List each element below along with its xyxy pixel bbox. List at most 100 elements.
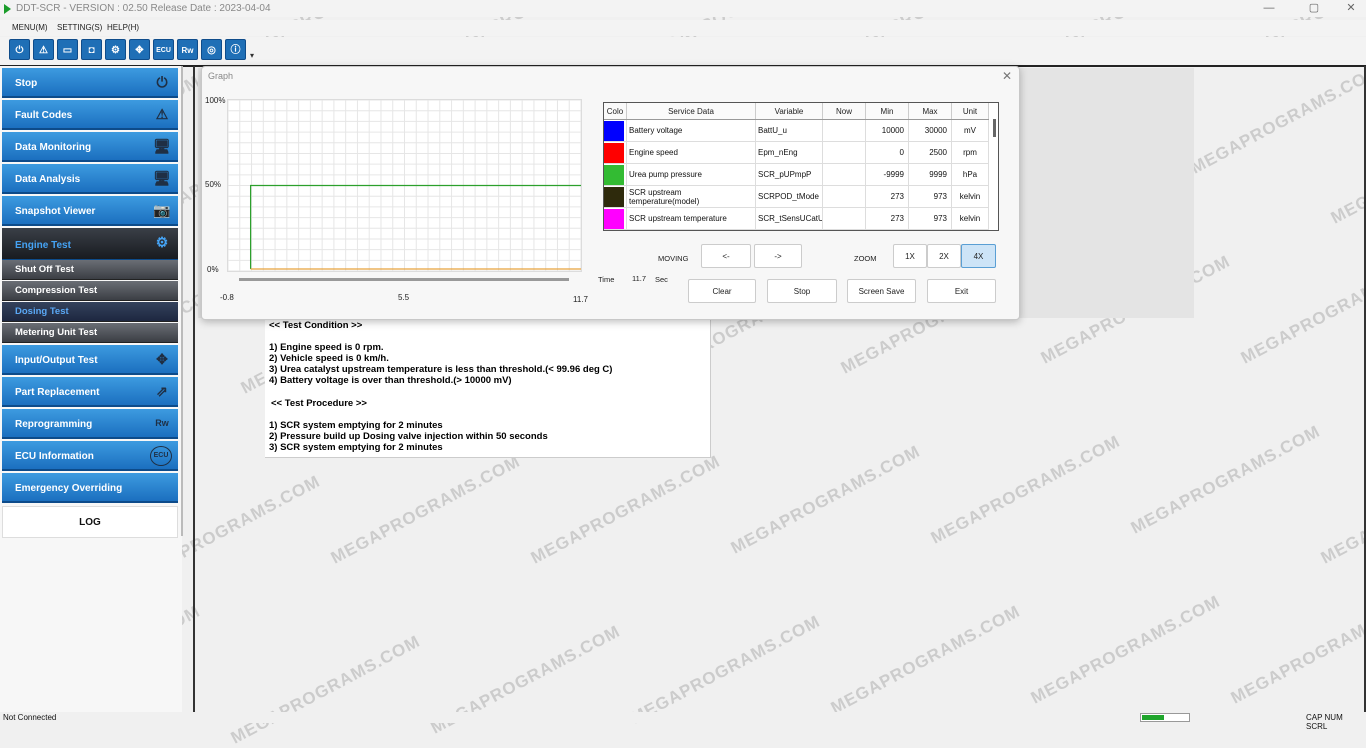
test-procedure-header: << Test Procedure >> <box>271 398 367 409</box>
graph-scrollbar[interactable] <box>239 278 569 281</box>
table-row[interactable]: SCR upstream temperature(model) SCRPOD_tM… <box>604 185 989 208</box>
sidebar-item-data-monitoring[interactable]: Data Monitoring 🖥 <box>2 132 178 162</box>
table-row[interactable]: Battery voltage BattU_u 10000 30000 mV <box>604 119 989 142</box>
sidebar-item-ecu-information[interactable]: ECU Information ECU <box>2 441 178 471</box>
move-icon: ✥ <box>156 351 168 367</box>
sidebar-scrollbar[interactable] <box>181 66 183 536</box>
zoom-2x-button[interactable]: 2X <box>927 244 961 268</box>
status-bar: Not Connected CAP NUM SCRL <box>0 712 1366 731</box>
toolbar: ⏻ ⚠ ▭ ◘ ⚙ ✥ ECU Rw ◎ ⓘ ▾ <box>0 37 1366 67</box>
table-header-row: Colo Service Data Variable Now Min Max U… <box>604 103 989 120</box>
col-header-min: Min <box>865 103 909 120</box>
sidebar-item-stop[interactable]: Stop ⏻ <box>2 68 178 98</box>
info-icon[interactable]: ⓘ <box>225 39 246 60</box>
condition-line: 4) Battery voltage is over than threshol… <box>269 375 512 386</box>
minimize-button[interactable]: — <box>1254 0 1284 17</box>
condition-line: 3) Urea catalyst upstream temperature is… <box>269 364 613 375</box>
sidebar-item-input-output-test[interactable]: Input/Output Test ✥ <box>2 345 178 375</box>
sidebar-item-reprogramming[interactable]: Reprogramming Rw <box>2 409 178 439</box>
menu-help[interactable]: HELP(H) <box>107 23 139 32</box>
ecu-info-icon[interactable]: ◎ <box>201 39 222 60</box>
move-right-button[interactable]: -> <box>754 244 802 268</box>
move-icon[interactable]: ✥ <box>129 39 150 60</box>
min-cell: 10000 <box>865 119 909 142</box>
camera-icon[interactable]: ◘ <box>81 39 102 60</box>
max-cell: 973 <box>908 185 952 208</box>
unit-cell: mV <box>951 119 989 142</box>
sidebar-item-emergency-overriding[interactable]: Emergency Overriding <box>2 473 178 503</box>
exit-button[interactable]: Exit <box>927 279 996 303</box>
variable-cell: BattU_u <box>755 119 823 142</box>
sidebar-item-engine-test[interactable]: Engine Test ⚙ <box>2 228 178 261</box>
close-window-button[interactable]: ✕ <box>1336 0 1366 17</box>
menu-setting[interactable]: SETTING(S) <box>57 23 102 32</box>
col-header-variable: Variable <box>755 103 823 120</box>
sidebar-item-part-replacement[interactable]: Part Replacement ⇗ <box>2 377 178 407</box>
col-header-color: Colo <box>604 103 627 120</box>
progress-bar <box>1140 713 1190 722</box>
min-cell: 273 <box>865 207 909 230</box>
sidebar-item-label: Data Monitoring <box>15 142 92 153</box>
now-cell <box>822 207 866 230</box>
graph-plot-area[interactable] <box>227 99 582 272</box>
sidebar-subitem-label: Shut Off Test <box>15 264 74 275</box>
toolbar-overflow-icon[interactable]: ▾ <box>250 51 254 60</box>
zoom-1x-button[interactable]: 1X <box>893 244 927 268</box>
table-row[interactable]: Engine speed Epm_nEng 0 2500 rpm <box>604 141 989 164</box>
monitor-icon[interactable]: ▭ <box>57 39 78 60</box>
color-swatch <box>604 185 627 208</box>
warning-icon: ⚠ <box>155 106 169 122</box>
maximize-button[interactable]: ▢ <box>1299 0 1329 17</box>
color-swatch <box>604 119 627 142</box>
sidebar-item-snapshot-viewer[interactable]: Snapshot Viewer 📷 <box>2 196 178 226</box>
sidebar-subitem-dosing-test[interactable]: Dosing Test <box>2 302 178 322</box>
test-condition-header: << Test Condition >> <box>269 320 363 331</box>
sidebar-item-data-analysis[interactable]: Data Analysis 🖥 <box>2 164 178 194</box>
move-left-button[interactable]: <- <box>701 244 751 268</box>
graph-svg <box>227 99 582 272</box>
log-button[interactable]: LOG <box>2 506 178 538</box>
sidebar-item-label: Part Replacement <box>15 387 100 398</box>
service-data-cell: Engine speed <box>626 141 756 164</box>
screen-save-button[interactable]: Screen Save <box>847 279 916 303</box>
sidebar-subitem-metering-unit-test[interactable]: Metering Unit Test <box>2 323 178 343</box>
service-data-cell: SCR upstream temperature(model) <box>626 185 756 208</box>
zoom-label: ZOOM <box>854 254 877 263</box>
power-icon[interactable]: ⏻ <box>9 39 30 60</box>
panel-divider <box>193 66 195 714</box>
moving-label: MOVING <box>658 254 689 263</box>
window-title: DDT-SCR - VERSION : 02.50 Release Date :… <box>16 3 271 14</box>
warning-icon[interactable]: ⚠ <box>33 39 54 60</box>
condition-line: 1) Engine speed is 0 rpm. <box>269 342 384 353</box>
procedure-line: 1) SCR system emptying for 2 minutes <box>269 420 443 431</box>
clear-button[interactable]: Clear <box>688 279 756 303</box>
sidebar-subitem-compression-test[interactable]: Compression Test <box>2 281 178 301</box>
close-icon[interactable]: ✕ <box>1002 69 1012 83</box>
watermark-text: MEGAPROGRAMS.COM <box>1227 591 1366 708</box>
watermark-text: MEGAPROGRAMS.COM <box>327 451 524 568</box>
zoom-4x-button[interactable]: 4X <box>961 244 996 268</box>
table-row[interactable]: Urea pump pressure SCR_pUPmpP -9999 9999 hPa <box>604 163 989 186</box>
col-header-unit: Unit <box>951 103 989 120</box>
reprogram-icon[interactable]: Rw <box>177 39 198 60</box>
sidebar-subitem-label: Metering Unit Test <box>15 327 98 338</box>
table-row[interactable]: SCR upstream temperature SCR_tSensUCatU 27… <box>604 207 989 230</box>
engine-icon[interactable]: ⚙ <box>105 39 126 60</box>
watermark-text: MEGAPROGRAMS.COM <box>1327 111 1366 228</box>
col-header-now: Now <box>822 103 866 120</box>
time-value: 11.7 <box>632 274 647 283</box>
table-scrollbar[interactable] <box>993 119 996 137</box>
ecu-icon[interactable]: ECU <box>153 39 174 60</box>
unit-cell: kelvin <box>951 185 989 208</box>
menu-menu[interactable]: MENU(M) <box>12 23 48 32</box>
watermark-text: MEGAPROGRAMS.COM <box>627 611 824 728</box>
sidebar-item-label: Input/Output Test <box>15 355 98 366</box>
menu-bar: MENU(M) SETTING(S) HELP(H) <box>0 20 1366 36</box>
watermark-text: MEGAPROGRAMS.COM <box>927 431 1124 548</box>
sidebar-subitem-shut-off-test[interactable]: Shut Off Test <box>2 260 178 280</box>
sidebar-item-fault-codes[interactable]: Fault Codes ⚠ <box>2 100 178 130</box>
sidebar-subitem-label: Compression Test <box>15 285 98 296</box>
stop-button[interactable]: Stop <box>767 279 837 303</box>
variable-cell: SCR_pUPmpP <box>755 163 823 186</box>
sidebar-item-label: Stop <box>15 78 38 89</box>
